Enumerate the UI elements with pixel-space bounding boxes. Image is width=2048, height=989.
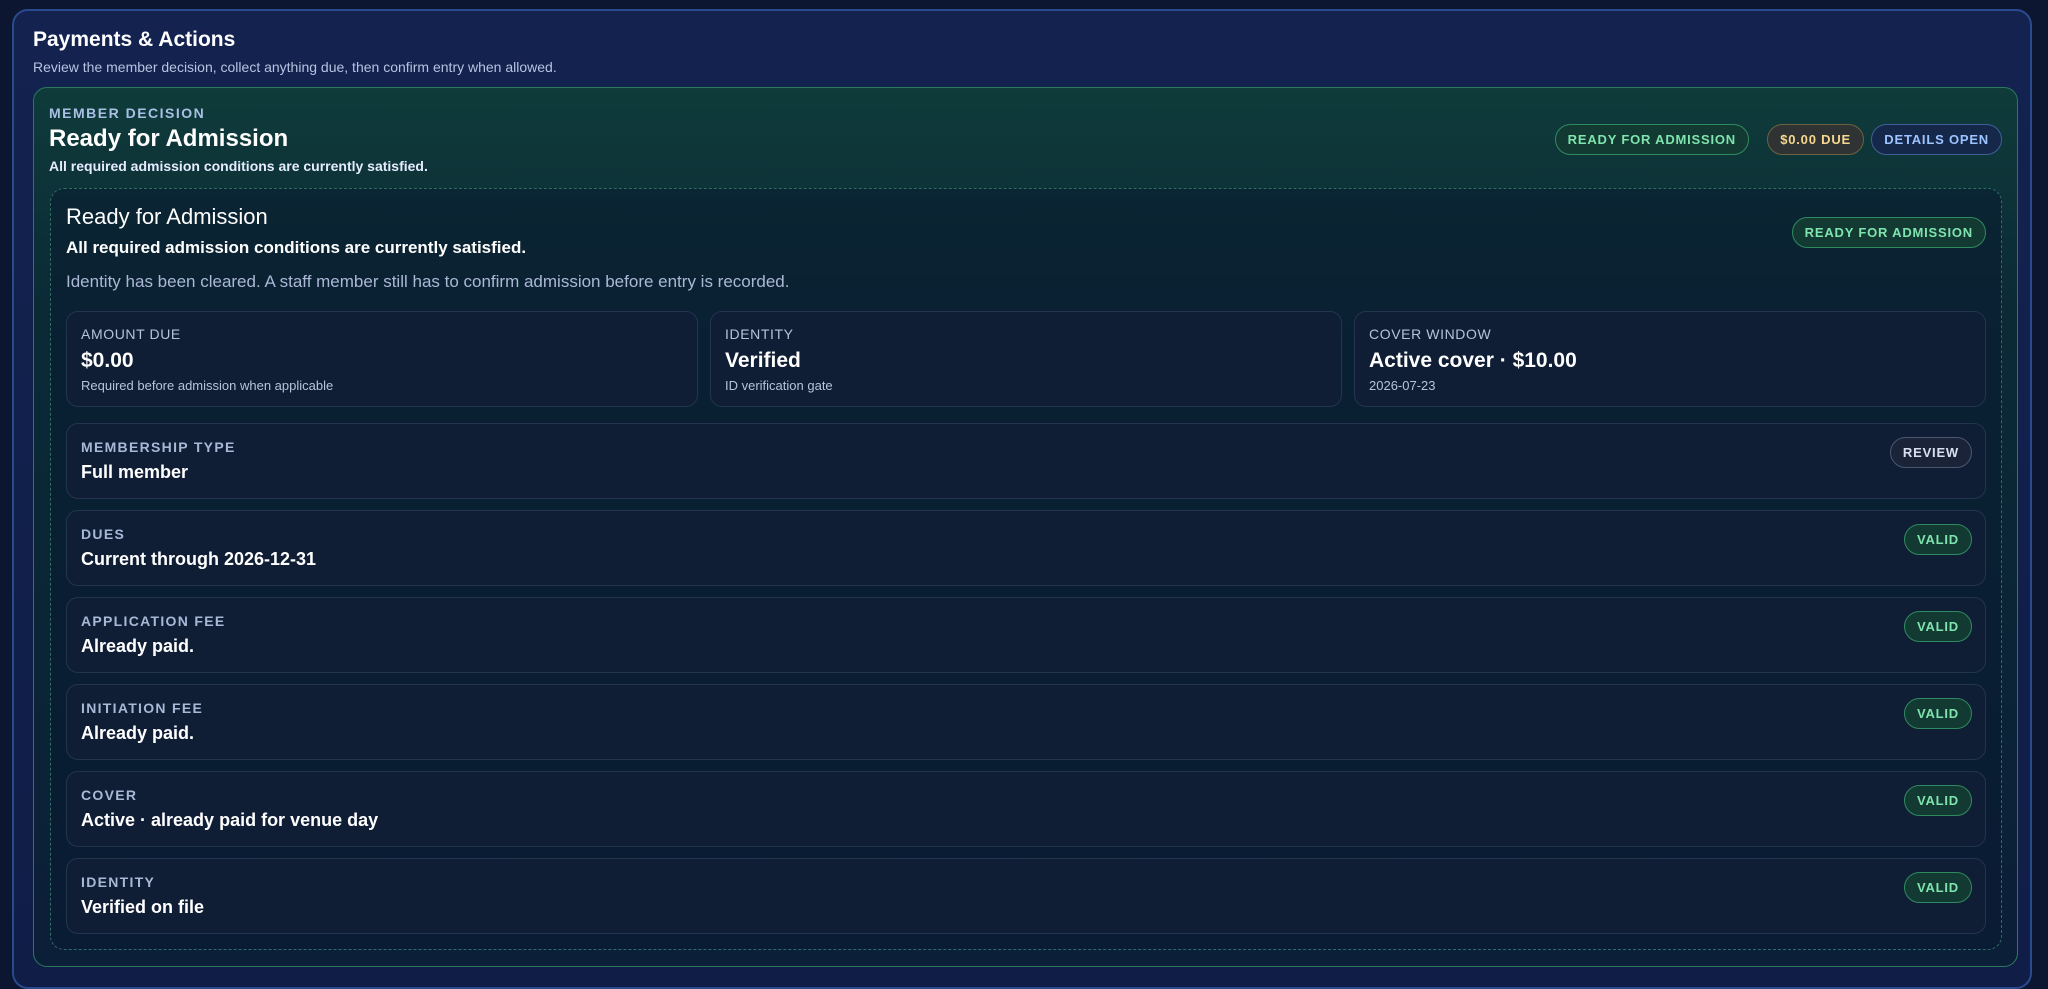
decision-title: Ready for Admission <box>49 125 289 152</box>
amount-due-badge: $0.00 DUE <box>1767 124 1864 155</box>
valid-badge: VALID <box>1903 872 1972 903</box>
details-status-badge: READY FOR ADMISSION <box>1791 217 1986 248</box>
stat-card-cover-window: COVER WINDOW Active cover · $10.00 2026-… <box>1354 311 1986 407</box>
valid-badge: VALID <box>1903 698 1972 729</box>
check-value: Already paid. <box>81 723 195 743</box>
details-subtitle: All required admission conditions are cu… <box>66 238 527 257</box>
valid-badge: VALID <box>1903 611 1972 642</box>
stat-value: Active cover · $10.00 <box>1369 349 1577 372</box>
stat-note: 2026-07-23 <box>1369 378 1436 393</box>
stat-card-amount-due: AMOUNT DUE $0.00 Required before admissi… <box>66 311 698 407</box>
stat-value: $0.00 <box>81 349 134 372</box>
details-toggle-button[interactable]: DETAILS OPEN <box>1871 124 2002 155</box>
check-row-initiation-fee: INITIATION FEE Already paid. VALID <box>66 684 1986 760</box>
check-row-dues: DUES Current through 2026-12-31 VALID <box>66 510 1986 586</box>
valid-badge: VALID <box>1903 785 1972 816</box>
check-row-cover: COVER Active · already paid for venue da… <box>66 771 1986 847</box>
page-subtitle: Review the member decision, collect anyt… <box>33 59 557 75</box>
details-note: Identity has been cleared. A staff membe… <box>66 272 790 291</box>
stat-note: ID verification gate <box>725 378 833 393</box>
check-label: IDENTITY <box>81 874 156 890</box>
admission-details-panel: Ready for Admission All required admissi… <box>50 188 2002 950</box>
stat-label: IDENTITY <box>725 326 794 342</box>
decision-eyebrow: MEMBER DECISION <box>49 105 206 121</box>
check-value: Full member <box>81 462 189 482</box>
decision-subtitle: All required admission conditions are cu… <box>49 158 428 174</box>
check-label: MEMBERSHIP TYPE <box>81 439 236 455</box>
stat-label: COVER WINDOW <box>1369 326 1492 342</box>
status-badge: READY FOR ADMISSION <box>1554 124 1749 155</box>
check-label: APPLICATION FEE <box>81 613 226 629</box>
payments-actions-panel: Payments & Actions Review the member dec… <box>12 9 2032 989</box>
stat-card-identity: IDENTITY Verified ID verification gate <box>710 311 1342 407</box>
stat-note: Required before admission when applicabl… <box>81 378 334 393</box>
check-label: DUES <box>81 526 126 542</box>
check-row-identity: IDENTITY Verified on file VALID <box>66 858 1986 934</box>
check-value: Verified on file <box>81 897 205 917</box>
check-value: Active · already paid for venue day <box>81 810 379 830</box>
stat-value: Verified <box>725 349 801 372</box>
member-decision-card: MEMBER DECISION Ready for Admission All … <box>33 87 2018 967</box>
page-title: Payments & Actions <box>33 28 236 51</box>
check-value: Already paid. <box>81 636 195 656</box>
valid-badge: VALID <box>1903 524 1972 555</box>
stat-label: AMOUNT DUE <box>81 326 181 342</box>
check-row-membership-type: MEMBERSHIP TYPE Full member REVIEW <box>66 423 1986 499</box>
check-label: COVER <box>81 787 138 803</box>
check-label: INITIATION FEE <box>81 700 204 716</box>
review-badge: REVIEW <box>1889 437 1972 468</box>
details-title: Ready for Admission <box>66 204 268 229</box>
check-row-application-fee: APPLICATION FEE Already paid. VALID <box>66 597 1986 673</box>
check-value: Current through 2026-12-31 <box>81 549 317 569</box>
